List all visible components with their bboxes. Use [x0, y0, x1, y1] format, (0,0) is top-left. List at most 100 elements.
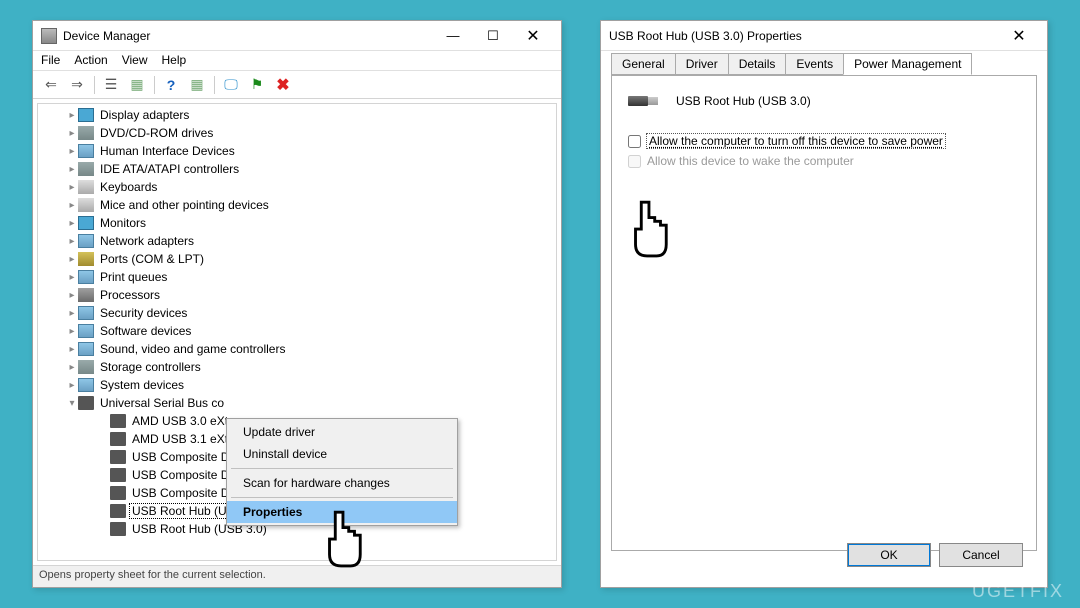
- node-label: USB Composite De: [130, 450, 238, 464]
- monitor-icon[interactable]: 🖵: [219, 74, 243, 96]
- device-icon: [78, 144, 94, 158]
- menu-update-driver[interactable]: Update driver: [227, 421, 457, 443]
- expand-icon[interactable]: ▸: [66, 254, 78, 265]
- allow-turn-off-checkbox[interactable]: [628, 135, 641, 148]
- tab-general[interactable]: General: [611, 53, 676, 75]
- show-hide-tree-icon[interactable]: ☰: [99, 74, 123, 96]
- tree-node[interactable]: ▸Monitors: [38, 214, 556, 232]
- cancel-button[interactable]: Cancel: [939, 543, 1023, 567]
- allow-wake-checkbox: [628, 155, 641, 168]
- tree-node[interactable]: ▸Security devices: [38, 304, 556, 322]
- maximize-button[interactable]: ☐: [473, 22, 513, 50]
- expand-icon[interactable]: ▸: [66, 200, 78, 211]
- expand-icon[interactable]: ▸: [66, 272, 78, 283]
- device-icon: [78, 378, 94, 392]
- menubar: File Action View Help: [33, 51, 561, 71]
- watermark: UGETFIX: [972, 581, 1064, 602]
- minimize-button[interactable]: —: [433, 22, 473, 50]
- device-icon: [110, 468, 126, 482]
- allow-wake-row: Allow this device to wake the computer: [628, 154, 1020, 168]
- grid-icon[interactable]: ▦: [185, 74, 209, 96]
- device-icon: [78, 288, 94, 302]
- tree-node[interactable]: ▸ Storage controllers: [38, 358, 556, 376]
- expand-icon[interactable]: ▸: [66, 128, 78, 139]
- tab-power-management[interactable]: Power Management: [843, 53, 972, 75]
- expand-icon[interactable]: ▸: [66, 308, 78, 319]
- expand-icon[interactable]: ▸: [66, 146, 78, 157]
- forward-icon[interactable]: ⇒: [65, 74, 89, 96]
- expand-icon[interactable]: ▸: [66, 344, 78, 355]
- expand-icon[interactable]: ▸: [66, 110, 78, 121]
- tab-events[interactable]: Events: [785, 53, 844, 75]
- tree-node[interactable]: ▾ Universal Serial Bus co: [38, 394, 556, 412]
- allow-turn-off-row[interactable]: Allow the computer to turn off this devi…: [628, 134, 1020, 148]
- tree-node[interactable]: ▸Network adapters: [38, 232, 556, 250]
- tab-details[interactable]: Details: [728, 53, 787, 75]
- ok-button[interactable]: OK: [847, 543, 931, 567]
- allow-turn-off-label: Allow the computer to turn off this devi…: [647, 134, 945, 148]
- node-label: System devices: [98, 378, 186, 392]
- menu-view[interactable]: View: [122, 53, 148, 68]
- device-icon: [78, 234, 94, 248]
- menu-action[interactable]: Action: [74, 53, 107, 68]
- menu-help[interactable]: Help: [162, 53, 187, 68]
- device-icon: [78, 252, 94, 266]
- expand-icon[interactable]: ▸: [66, 164, 78, 175]
- tab-panel-power: USB Root Hub (USB 3.0) Allow the compute…: [611, 75, 1037, 551]
- tab-strip: General Driver Details Events Power Mana…: [611, 53, 1037, 75]
- device-icon: [78, 306, 94, 320]
- node-label: Universal Serial Bus co: [98, 396, 226, 410]
- tree-node[interactable]: ▸Software devices: [38, 322, 556, 340]
- tree-node[interactable]: ▸Display adapters: [38, 106, 556, 124]
- collapse-icon[interactable]: ▾: [66, 398, 78, 409]
- scan-icon[interactable]: ⚑: [245, 74, 269, 96]
- expand-icon[interactable]: ▸: [66, 218, 78, 229]
- menu-file[interactable]: File: [41, 53, 60, 68]
- device-icon: [110, 504, 126, 518]
- tree-node[interactable]: ▸Ports (COM & LPT): [38, 250, 556, 268]
- node-label: Sound, video and game controllers: [98, 342, 287, 356]
- titlebar[interactable]: USB Root Hub (USB 3.0) Properties ✕: [601, 21, 1047, 51]
- close-button[interactable]: ✕: [999, 22, 1039, 50]
- tree-node[interactable]: ▸Print queues: [38, 268, 556, 286]
- node-label: Processors: [98, 288, 162, 302]
- expand-icon[interactable]: ▸: [66, 362, 78, 373]
- tab-driver[interactable]: Driver: [675, 53, 729, 75]
- properties-window: USB Root Hub (USB 3.0) Properties ✕ Gene…: [600, 20, 1048, 588]
- node-label: USB Composite De: [130, 468, 238, 482]
- tree-node[interactable]: ▸DVD/CD-ROM drives: [38, 124, 556, 142]
- separator: [91, 74, 97, 96]
- device-icon: [110, 450, 126, 464]
- tree-node[interactable]: ▸ System devices: [38, 376, 556, 394]
- device-icon: [110, 522, 126, 536]
- disable-icon[interactable]: ✖: [271, 74, 295, 96]
- close-button[interactable]: ✕: [513, 22, 553, 50]
- expand-icon[interactable]: ▸: [66, 236, 78, 247]
- separator: [151, 74, 157, 96]
- context-menu: Update driver Uninstall device Scan for …: [226, 418, 458, 526]
- usb-device-icon: [628, 90, 662, 112]
- tree-node[interactable]: ▸ Processors: [38, 286, 556, 304]
- tree-node[interactable]: ▸Human Interface Devices: [38, 142, 556, 160]
- properties-icon[interactable]: ▦: [125, 74, 149, 96]
- tree-node[interactable]: ▸Keyboards: [38, 178, 556, 196]
- expand-icon[interactable]: ▸: [66, 290, 78, 301]
- expand-icon[interactable]: ▸: [66, 182, 78, 193]
- device-icon: [78, 342, 94, 356]
- device-icon: [78, 396, 94, 410]
- expand-icon[interactable]: ▸: [66, 380, 78, 391]
- menu-scan-hardware[interactable]: Scan for hardware changes: [227, 472, 457, 494]
- back-icon[interactable]: ⇐: [39, 74, 63, 96]
- tree-node[interactable]: ▸ IDE ATA/ATAPI controllers: [38, 160, 556, 178]
- node-label: IDE ATA/ATAPI controllers: [98, 162, 241, 176]
- expand-icon[interactable]: ▸: [66, 326, 78, 337]
- menu-uninstall-device[interactable]: Uninstall device: [227, 443, 457, 465]
- titlebar[interactable]: Device Manager — ☐ ✕: [33, 21, 561, 51]
- tree-node[interactable]: ▸ Sound, video and game controllers: [38, 340, 556, 358]
- help-icon[interactable]: ?: [159, 74, 183, 96]
- tree-node[interactable]: ▸Mice and other pointing devices: [38, 196, 556, 214]
- device-icon: [110, 486, 126, 500]
- separator: [231, 468, 453, 469]
- node-label: Storage controllers: [98, 360, 203, 374]
- menu-properties[interactable]: Properties: [227, 501, 457, 523]
